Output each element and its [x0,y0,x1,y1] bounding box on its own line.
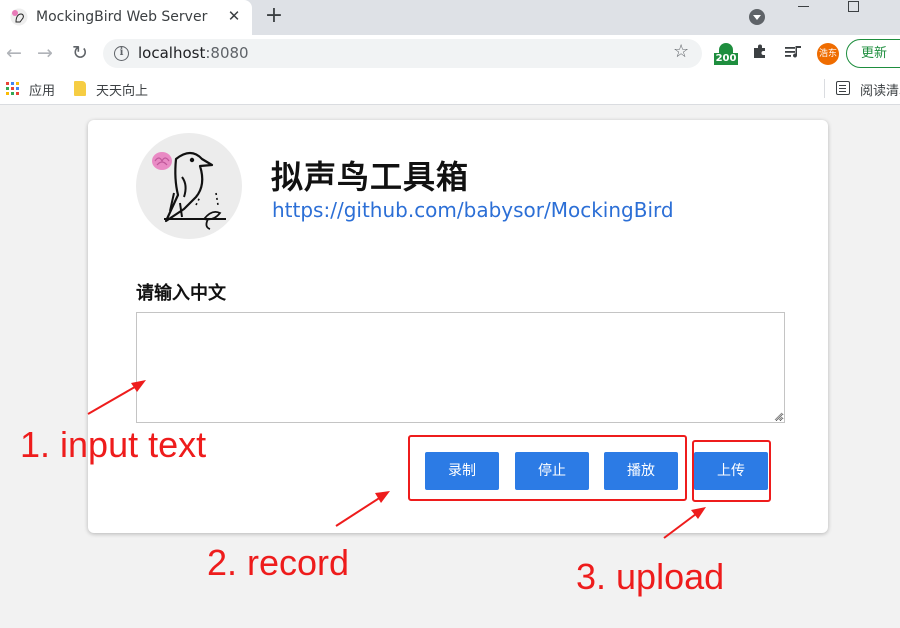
tab-close-icon[interactable]: ✕ [224,6,244,26]
reading-list-icon [836,81,850,95]
tab-search-icon[interactable] [749,9,765,25]
site-info-icon[interactable]: i [114,46,129,61]
back-arrow-icon[interactable]: ← [0,39,28,67]
upload-highlight [692,440,771,502]
browser-tab[interactable]: MockingBird Web Server ✕ [0,0,252,35]
bookmark-folder-tiantian[interactable]: 天天向上 [96,80,148,99]
profile-avatar[interactable]: 浩东 [817,43,839,65]
update-button[interactable]: 更新 [846,39,900,68]
new-tab-icon[interactable]: + [262,4,286,28]
url-port: :8080 [205,44,249,62]
media-queue-icon[interactable] [783,42,803,62]
bookmark-apps[interactable]: 应用 [29,80,55,99]
bookmark-star-icon[interactable]: ☆ [673,41,689,62]
annotation-step1: 1. input text [20,424,207,465]
window-maximize-icon[interactable] [846,0,860,14]
url-host: localhost [138,44,206,62]
url-text[interactable]: localhost:8080 [138,44,249,62]
resize-grip-icon[interactable] [772,410,783,421]
reload-icon[interactable]: ↻ [66,39,94,67]
github-link[interactable]: https://github.com/babysor/MockingBird [272,198,674,222]
bookmarks-bar: 应用 天天向上 阅读清单 [0,72,900,105]
browser-toolbar: ← → ↻ i localhost:8080 ☆ 200 浩东 更新 [0,35,900,72]
folder-icon [74,81,86,96]
app-title: 拟声鸟工具箱 [271,158,470,196]
mockingbird-logo [136,133,242,239]
tab-title: MockingBird Web Server [36,9,208,25]
extension-badge: 200 [714,53,738,65]
tab-strip: MockingBird Web Server ✕ + [0,0,900,35]
reading-list[interactable]: 阅读清单 [860,80,900,99]
bird-logo-icon [152,151,226,230]
extensions-puzzle-icon[interactable] [750,42,770,62]
bookmarks-divider [824,79,825,98]
chinese-text-input[interactable] [136,312,785,423]
status-200-extension-icon[interactable]: 200 [714,43,738,67]
address-bar[interactable]: i localhost:8080 ☆ [103,39,702,68]
record-controls-highlight [408,435,687,501]
annotation-step2: 2. record [207,542,350,583]
forward-arrow-icon[interactable]: → [31,39,59,67]
window-minimize-icon[interactable] [796,0,812,14]
annotation-step3: 3. upload [576,556,725,597]
mockingbird-favicon-icon [10,8,28,26]
apps-grid-icon[interactable] [6,82,20,96]
input-label: 请输入中文 [136,283,226,304]
